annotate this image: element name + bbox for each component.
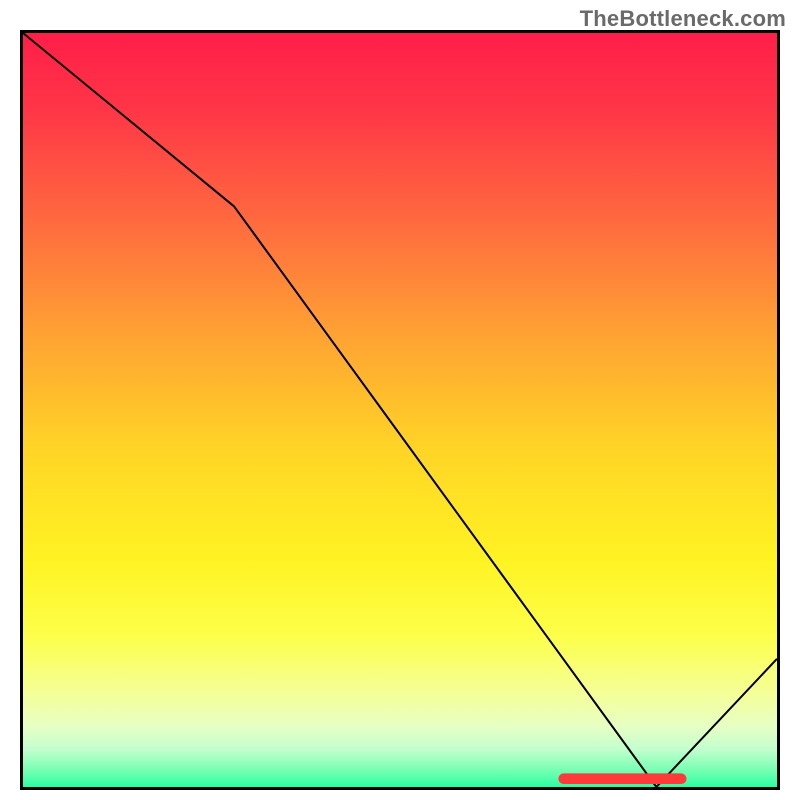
attribution-text: TheBottleneck.com — [580, 6, 786, 32]
footer-marker — [558, 773, 686, 784]
plot-area — [20, 30, 780, 790]
chart-frame: TheBottleneck.com — [0, 0, 800, 800]
chart-svg — [23, 33, 777, 787]
gradient-background — [23, 33, 777, 787]
